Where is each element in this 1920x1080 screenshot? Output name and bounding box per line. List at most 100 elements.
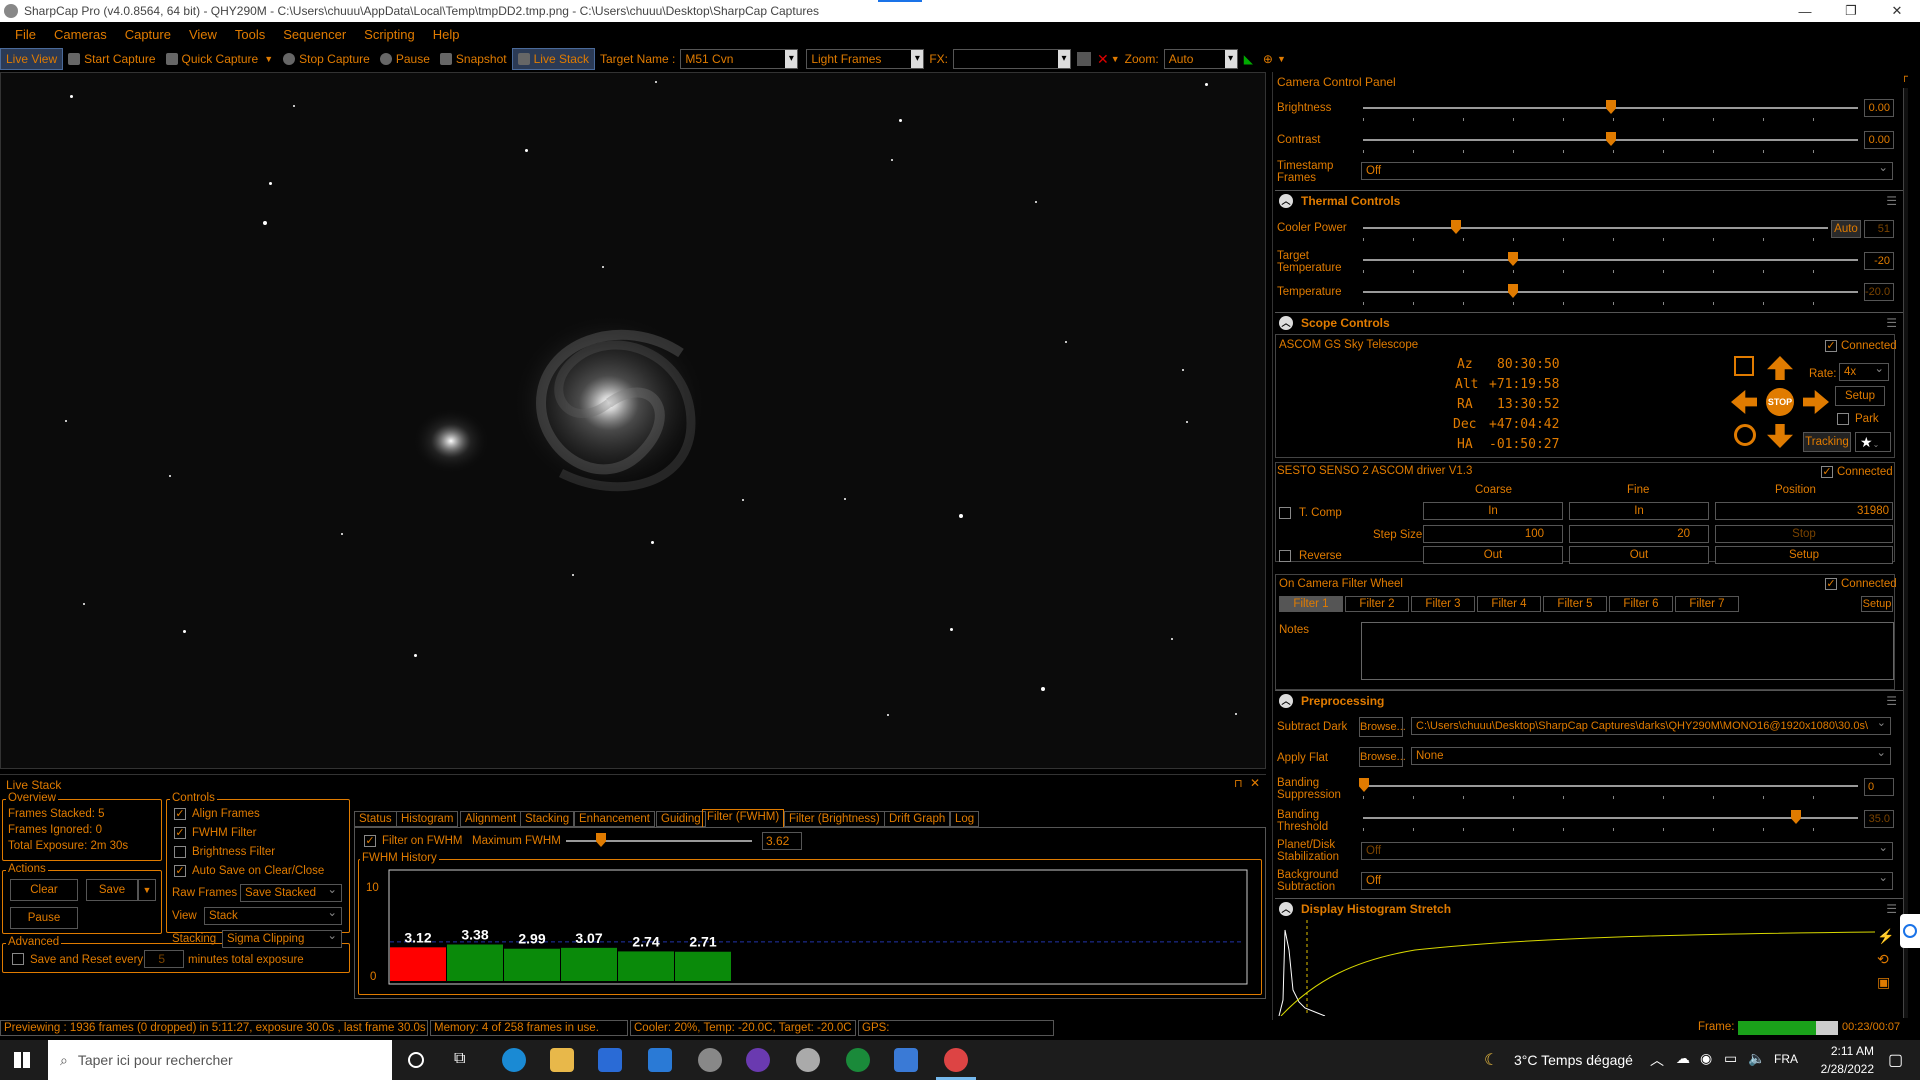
tray-chevron-icon[interactable]: ︿ (1650, 1050, 1664, 1070)
live-view-button[interactable]: Live View (0, 48, 64, 70)
menu-file[interactable]: File (15, 27, 36, 42)
contrast-slider[interactable] (1363, 132, 1858, 146)
tab-enhancement[interactable]: Enhancement (574, 811, 655, 827)
focuser-connected-checkbox[interactable]: ✓ (1821, 466, 1833, 478)
cooler-power-slider[interactable] (1363, 220, 1828, 234)
filterwheel-connected-checkbox[interactable]: ✓ (1825, 578, 1837, 590)
brightness-slider[interactable] (1363, 100, 1858, 114)
notes-textarea[interactable] (1361, 622, 1894, 680)
fx-combo[interactable] (953, 49, 1072, 69)
banding-suppression-slider[interactable] (1359, 778, 1858, 792)
cooler-auto-button[interactable]: Auto (1831, 220, 1861, 238)
fine-out-button[interactable]: Out (1569, 546, 1709, 564)
filter-5-button[interactable]: Filter 5 (1543, 596, 1607, 612)
frame-type-combo[interactable]: Light Frames (806, 49, 925, 69)
save-reset-minutes[interactable]: 5 (144, 950, 184, 968)
start-capture-button[interactable]: Start Capture (63, 48, 160, 70)
position-value[interactable]: 31980 (1715, 502, 1893, 520)
task-view-icon[interactable]: ⧉ (454, 1050, 465, 1068)
target-icon[interactable] (1734, 424, 1756, 446)
chevron-down-icon[interactable]: ▼ (1111, 54, 1120, 64)
browse-flat-button[interactable]: Browse... (1359, 747, 1406, 767)
menu-icon[interactable]: ☰ (1886, 694, 1897, 708)
menu-capture[interactable]: Capture (125, 27, 171, 42)
tcomp-checkbox[interactable] (1279, 507, 1291, 519)
coarse-step-input[interactable]: 100 (1423, 525, 1563, 543)
max-fwhm-value[interactable]: 3.62 (762, 832, 802, 850)
tab-alignment[interactable]: Alignment (460, 811, 522, 827)
notification-icon[interactable]: ▢ (1888, 1050, 1903, 1070)
reverse-checkbox[interactable] (1279, 550, 1291, 562)
filter-7-button[interactable]: Filter 7 (1675, 596, 1739, 612)
max-fwhm-slider[interactable] (566, 833, 752, 847)
fwhm-bar[interactable] (618, 951, 674, 981)
brightness-filter-checkbox[interactable] (174, 846, 186, 858)
rate-dropdown[interactable]: 4x (1839, 361, 1889, 381)
scope-header[interactable]: ︿ Scope Controls ☰ (1275, 312, 1903, 332)
tab-guiding[interactable]: Guiding (656, 811, 706, 827)
slider-thumb[interactable] (1791, 810, 1801, 824)
chevron-down-icon[interactable]: ▼ (1277, 54, 1286, 64)
clock-time[interactable]: 2:11 AM (1818, 1044, 1874, 1058)
target-temp-slider[interactable] (1363, 252, 1858, 266)
raw-frames-dropdown[interactable]: Save Stacked (240, 882, 342, 902)
slider-thumb[interactable] (1451, 220, 1461, 234)
histogram-header[interactable]: ︿ Display Histogram Stretch ☰ (1275, 898, 1903, 918)
focuser-stop-button[interactable]: Stop (1715, 525, 1893, 543)
fwhm-bar[interactable] (504, 948, 560, 981)
store-icon[interactable] (598, 1048, 622, 1072)
scope-connected-checkbox[interactable]: ✓ (1825, 340, 1837, 352)
camera-tray-icon[interactable]: ◉ (1700, 1050, 1712, 1067)
fwhm-bar[interactable] (675, 951, 731, 981)
sharpcap-icon[interactable] (944, 1048, 968, 1072)
file-explorer-icon[interactable] (550, 1048, 574, 1072)
stop-capture-button[interactable]: Stop Capture (278, 48, 375, 70)
stacking-dropdown[interactable]: Sigma Clipping (222, 928, 342, 948)
zoom-icon[interactable]: ⊕ (1263, 52, 1273, 66)
slew-home-icon[interactable] (1734, 356, 1754, 376)
save-button[interactable]: Save (86, 879, 138, 901)
menu-view[interactable]: View (189, 27, 217, 42)
calculator-icon[interactable] (894, 1048, 918, 1072)
fwhm-bar[interactable] (447, 944, 503, 981)
pin-icon[interactable]: ⊓ (1234, 777, 1243, 790)
tab-drift-graph[interactable]: Drift Graph (884, 811, 951, 827)
mail-icon[interactable] (648, 1048, 672, 1072)
side-panel-tab[interactable] (1900, 914, 1920, 948)
save-reset-checkbox[interactable] (12, 953, 24, 965)
language-indicator[interactable]: FRA (1774, 1052, 1798, 1066)
menu-icon[interactable]: ☰ (1886, 194, 1897, 208)
menu-cameras[interactable]: Cameras (54, 27, 107, 42)
filter-1-button[interactable]: Filter 1 (1279, 596, 1343, 612)
pause-button[interactable]: Pause (375, 48, 435, 70)
weather-text[interactable]: 3°C Temps dégagé (1514, 1052, 1633, 1068)
tracking-mode-icon[interactable]: ★⌄ (1855, 432, 1891, 452)
histogram-icon[interactable]: ◣ (1244, 52, 1253, 66)
fine-step-input[interactable]: 20 (1569, 525, 1709, 543)
tracking-button[interactable]: Tracking (1803, 432, 1851, 452)
filter-on-fwhm-checkbox[interactable]: ✓ (364, 835, 376, 847)
pin-icon[interactable]: ⊓ (1903, 74, 1908, 85)
dark-path-dropdown[interactable]: C:\Users\chuuu\Desktop\SharpCap Captures… (1411, 717, 1891, 735)
live-stack-button[interactable]: Live Stack (511, 48, 595, 70)
chevron-down-icon[interactable]: ▼ (264, 54, 273, 64)
tab-filter-brightness[interactable]: Filter (Brightness) (784, 811, 885, 827)
menu-scripting[interactable]: Scripting (364, 27, 415, 42)
collapse-icon[interactable]: ︿ (1279, 693, 1293, 708)
timestamp-dropdown[interactable]: Off (1361, 160, 1893, 180)
banding-suppression-value[interactable]: 0 (1864, 778, 1894, 796)
collapse-icon[interactable]: ︿ (1279, 193, 1293, 208)
filter-2-button[interactable]: Filter 2 (1345, 596, 1409, 612)
app-icon-1[interactable] (698, 1048, 722, 1072)
coarse-in-button[interactable]: In (1423, 502, 1563, 520)
cloud-icon[interactable]: ☁ (1676, 1050, 1690, 1067)
banding-threshold-value[interactable]: 35.0 (1864, 810, 1894, 828)
collapse-icon[interactable]: ︿ (1279, 901, 1293, 916)
histogram-plot[interactable] (1275, 920, 1879, 1016)
stop-button[interactable]: STOP (1766, 388, 1794, 416)
tab-filter-fwhm[interactable]: Filter (FWHM) (702, 809, 785, 827)
contrast-value[interactable]: 0.00 (1864, 131, 1894, 149)
network-icon[interactable]: ▭ (1724, 1050, 1737, 1067)
scope-setup-button[interactable]: Setup (1835, 386, 1885, 406)
pause-stack-button[interactable]: Pause (10, 907, 78, 929)
